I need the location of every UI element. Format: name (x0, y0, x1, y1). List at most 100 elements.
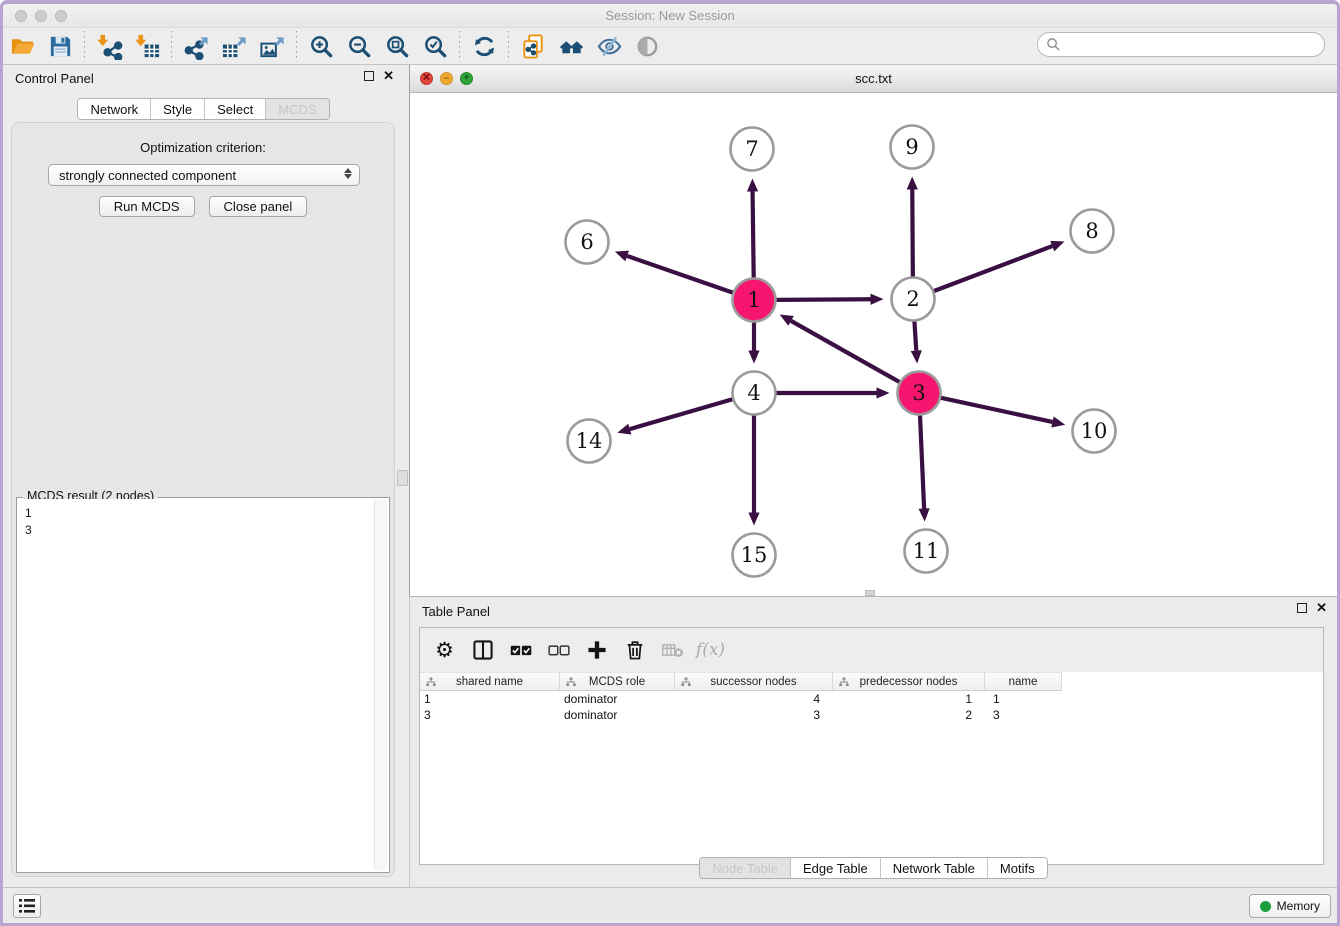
graph-edge-4-14[interactable] (630, 399, 733, 429)
zoom-out-button[interactable] (340, 30, 378, 62)
table-row[interactable]: 1 dominator 4 1 1 (420, 691, 1323, 707)
show-details-toggle-button[interactable] (628, 30, 666, 62)
float-table-panel-button[interactable] (1297, 603, 1307, 613)
table-settings-button[interactable]: ⚙ (430, 635, 459, 665)
tab-node-table[interactable]: Node Table (700, 858, 791, 878)
network-graph[interactable]: 7 9 6 8 1 2 4 3 14 10 15 11 (410, 93, 1336, 595)
select-all-columns-button[interactable] (506, 635, 535, 665)
function-builder-button[interactable]: f(x) (696, 635, 725, 665)
result-scrollbar[interactable] (374, 500, 387, 870)
column-header-shared-name[interactable]: shared name (420, 672, 560, 691)
graph-edge-2-8[interactable] (934, 246, 1052, 291)
column-header-mcds-role[interactable]: MCDS role (560, 672, 675, 691)
control-panel: Control Panel ✕ Network Style Select MCD… (3, 65, 404, 887)
graph-node-14[interactable]: 14 (568, 420, 611, 463)
graph-edge-2-3[interactable] (914, 321, 916, 350)
cell-mcds-role[interactable]: dominator (560, 692, 675, 706)
maximize-window-button[interactable] (55, 10, 67, 22)
apply-layout-button[interactable] (465, 30, 503, 62)
graph-node-7[interactable]: 7 (731, 128, 774, 171)
cell-name[interactable]: 3 (985, 708, 1062, 722)
tab-network-table[interactable]: Network Table (881, 858, 988, 878)
graph-edge-1-6[interactable] (627, 256, 733, 293)
open-session-button[interactable] (3, 30, 41, 62)
graph-node-8[interactable]: 8 (1071, 210, 1114, 253)
hide-graphics-details-button[interactable] (590, 30, 628, 62)
close-panel-button-inner[interactable]: Close panel (209, 196, 308, 217)
delete-table-button[interactable] (658, 635, 687, 665)
column-header-successor-nodes[interactable]: successor nodes (675, 672, 833, 691)
graph-node-6[interactable]: 6 (566, 221, 609, 264)
graph-edge-arrowhead (870, 294, 883, 305)
save-session-button[interactable] (41, 30, 79, 62)
network-minimize-button[interactable]: – (440, 72, 453, 85)
create-column-button[interactable] (582, 635, 611, 665)
close-panel-button[interactable]: ✕ (383, 71, 394, 81)
first-neighbors-button[interactable] (552, 30, 590, 62)
graph-edge-1-7[interactable] (753, 191, 754, 277)
graph-edge-2-9[interactable] (912, 189, 913, 276)
duplicate-network-button[interactable] (514, 30, 552, 62)
column-header-name[interactable]: name (985, 672, 1062, 691)
cell-name[interactable]: 1 (985, 692, 1062, 706)
network-canvas[interactable]: 7 9 6 8 1 2 4 3 14 10 15 11 (410, 93, 1337, 596)
graph-node-1[interactable]: 1 (733, 279, 776, 322)
show-columns-button[interactable] (468, 635, 497, 665)
zoom-fit-button[interactable] (378, 30, 416, 62)
network-close-button[interactable]: ✕ (420, 72, 433, 85)
export-table-button[interactable] (215, 30, 253, 62)
float-panel-button[interactable] (364, 71, 374, 81)
graph-node-15[interactable]: 15 (733, 534, 776, 577)
tab-style[interactable]: Style (151, 99, 205, 119)
task-history-button[interactable] (13, 894, 41, 918)
delete-columns-button[interactable] (620, 635, 649, 665)
search-box[interactable] (1037, 32, 1325, 57)
export-image-button[interactable] (253, 30, 291, 62)
mcds-result-list[interactable]: 1 3 (18, 499, 388, 871)
graph-edge-3-11[interactable] (920, 415, 924, 508)
tab-select[interactable]: Select (205, 99, 266, 119)
cell-successor-nodes[interactable]: 4 (675, 692, 833, 706)
cell-mcds-role[interactable]: dominator (560, 708, 675, 722)
graph-edge-arrowhead (877, 387, 890, 398)
search-input[interactable] (1066, 38, 1316, 52)
graph-edge-1-2[interactable] (776, 299, 870, 300)
graph-node-3[interactable]: 3 (898, 372, 941, 415)
cell-shared-name[interactable]: 3 (420, 708, 560, 722)
cell-successor-nodes[interactable]: 3 (675, 708, 833, 722)
zoom-in-button[interactable] (302, 30, 340, 62)
graph-edge-arrowhead (747, 178, 758, 191)
graph-edge-3-1[interactable] (791, 321, 899, 382)
graph-node-2[interactable]: 2 (892, 278, 935, 321)
close-window-button[interactable] (15, 10, 27, 22)
cell-predecessor-nodes[interactable]: 1 (833, 692, 985, 706)
tab-motifs[interactable]: Motifs (988, 858, 1047, 878)
zoom-selected-button[interactable] (416, 30, 454, 62)
cell-shared-name[interactable]: 1 (420, 692, 560, 706)
minimize-window-button[interactable] (35, 10, 47, 22)
network-maximize-button[interactable]: + (460, 72, 473, 85)
unselect-all-columns-button[interactable] (544, 635, 573, 665)
column-type-icon (681, 677, 691, 687)
tab-mcds[interactable]: MCDS (266, 99, 328, 119)
graph-node-11[interactable]: 11 (905, 530, 948, 573)
export-network-icon (183, 33, 210, 60)
graph-node-4[interactable]: 4 (733, 372, 776, 415)
tab-network[interactable]: Network (78, 99, 151, 119)
table-row[interactable]: 3 dominator 3 2 3 (420, 707, 1323, 723)
memory-button[interactable]: Memory (1249, 894, 1331, 918)
close-table-panel-button[interactable]: ✕ (1316, 603, 1327, 613)
import-network-button[interactable] (90, 30, 128, 62)
graph-edge-3-10[interactable] (941, 398, 1052, 422)
graph-node-10[interactable]: 10 (1073, 410, 1116, 453)
column-header-predecessor-nodes[interactable]: predecessor nodes (833, 672, 985, 691)
tab-edge-table[interactable]: Edge Table (791, 858, 881, 878)
run-mcds-button[interactable]: Run MCDS (99, 196, 195, 217)
export-network-button[interactable] (177, 30, 215, 62)
graph-node-label: 9 (905, 135, 918, 159)
cell-predecessor-nodes[interactable]: 2 (833, 708, 985, 722)
vertical-splitter-handle[interactable] (397, 470, 408, 486)
criterion-select[interactable]: strongly connected component (48, 164, 360, 186)
import-table-button[interactable] (128, 30, 166, 62)
graph-node-9[interactable]: 9 (891, 126, 934, 169)
